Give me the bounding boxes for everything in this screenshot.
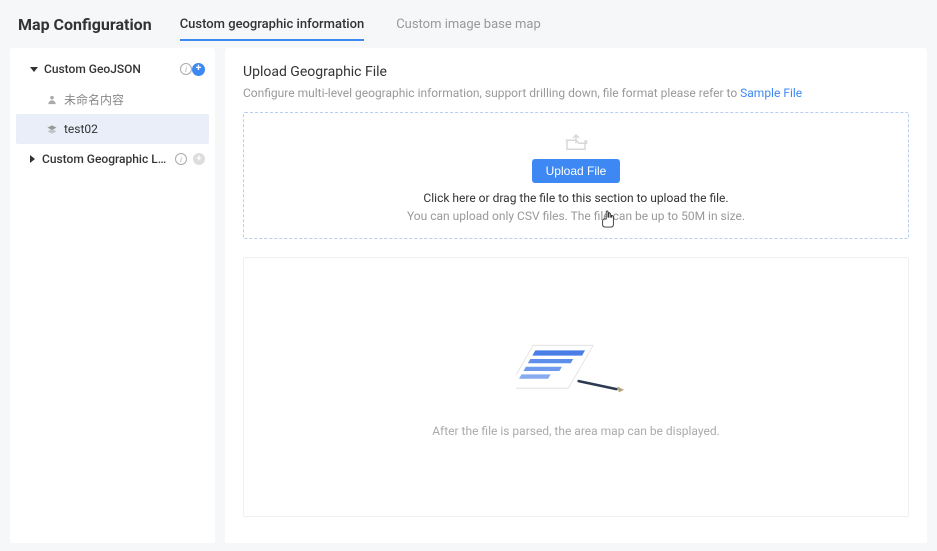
empty-state-illustration [516, 336, 636, 406]
page-title: Map Configuration [18, 15, 152, 34]
upload-tray-icon [561, 129, 591, 153]
info-icon[interactable]: i [175, 153, 187, 165]
chevron-down-icon [30, 67, 38, 72]
layers-icon [46, 124, 58, 135]
upload-dropzone[interactable]: Upload File Click here or drag the file … [243, 112, 909, 239]
main-desc-text: Configure multi-level geographic informa… [243, 86, 740, 100]
sidebar-group-custom-geojson[interactable]: Custom GeoJSON i + [10, 54, 215, 84]
sidebar-group-label: Custom GeoJSON [44, 62, 176, 76]
sample-file-link[interactable]: Sample File [740, 86, 802, 100]
tabs: Custom geographic information Custom ima… [180, 8, 541, 40]
dropzone-instruction: Click here or drag the file to this sect… [423, 191, 728, 205]
sidebar-item-untitled[interactable]: 未命名内容 [10, 84, 215, 114]
sidebar-group-custom-geo-layers[interactable]: Custom Geographic L… i + [10, 144, 215, 174]
sidebar-item-label: 未命名内容 [64, 91, 205, 108]
preview-placeholder: After the file is parsed, the area map c… [243, 257, 909, 517]
user-icon [46, 94, 58, 105]
preview-placeholder-text: After the file is parsed, the area map c… [432, 424, 720, 438]
sidebar: Custom GeoJSON i + 未命名内容 test02 Custom G… [10, 48, 215, 543]
sidebar-group-label: Custom Geographic L… [42, 152, 171, 166]
main-description: Configure multi-level geographic informa… [243, 86, 909, 100]
info-icon[interactable]: i [180, 63, 192, 75]
chevron-right-icon [30, 155, 35, 163]
upload-button[interactable]: Upload File [532, 159, 621, 183]
dropzone-hint: You can upload only CSV files. The file … [407, 209, 745, 223]
tab-custom-geo-info[interactable]: Custom geographic information [180, 8, 365, 40]
sidebar-item-label: test02 [64, 122, 199, 136]
tab-custom-image-basemap[interactable]: Custom image base map [396, 8, 541, 40]
sidebar-item-test02[interactable]: test02 [16, 114, 209, 144]
add-icon[interactable]: + [192, 63, 205, 76]
main-title: Upload Geographic File [243, 64, 909, 80]
add-disabled-icon: + [193, 153, 205, 165]
main-panel: Upload Geographic File Configure multi-l… [225, 48, 927, 543]
